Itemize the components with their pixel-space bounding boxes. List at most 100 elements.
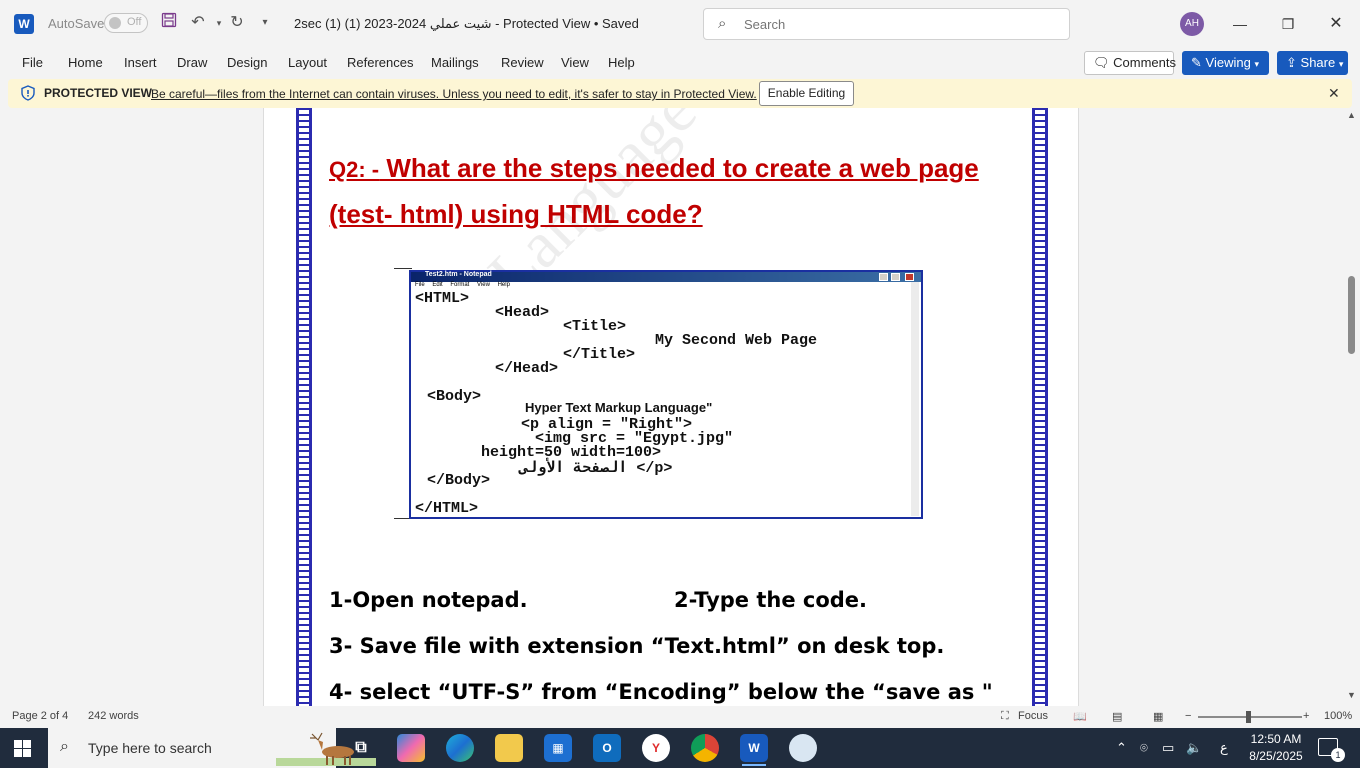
heading-line1: What are the steps needed to create a we… <box>379 153 979 183</box>
share-button[interactable]: ⇪ Share ▾ <box>1277 51 1348 75</box>
scroll-thumb[interactable] <box>1348 276 1355 354</box>
notification-count: 1 <box>1331 748 1345 762</box>
notification-icon[interactable]: 1 <box>1318 738 1345 762</box>
question-number: Q2: - <box>329 157 380 182</box>
viewing-button[interactable]: ✎ Viewing ▾ <box>1182 51 1269 75</box>
comments-label: Comments <box>1113 55 1176 70</box>
menu-file[interactable]: File <box>22 55 43 70</box>
step-1: 1-Open notepad. <box>329 588 528 612</box>
autosave-label: AutoSave <box>48 16 105 31</box>
share-label: Share <box>1300 55 1336 70</box>
notepad-titlebar: Test2.htm - Notepad <box>411 271 921 282</box>
print-layout-icon[interactable]: ▤ <box>1112 710 1122 723</box>
clock-date: 8/25/2025 <box>1249 749 1303 763</box>
copilot-icon[interactable] <box>397 734 425 762</box>
read-mode-icon[interactable]: 📖 <box>1073 710 1087 723</box>
code-line: My Second Web Page <box>655 332 818 349</box>
code-line: </Title> <box>563 346 636 363</box>
zoom-level[interactable]: 100% <box>1324 710 1352 722</box>
taskbar-search-placeholder: Type here to search <box>88 740 212 756</box>
code-line: الصفحة الأولى </p> <box>519 460 673 477</box>
store-icon[interactable]: ▦ <box>544 734 572 762</box>
outlook-icon[interactable]: O <box>593 734 621 762</box>
menu-help[interactable]: Help <box>608 55 635 70</box>
scroll-up-icon[interactable]: ▲ <box>1347 110 1356 120</box>
save-icon[interactable] <box>158 12 180 34</box>
chrome-icon[interactable] <box>691 734 719 762</box>
avatar[interactable]: AH <box>1180 12 1204 36</box>
input-language[interactable]: ع <box>1220 740 1228 756</box>
zoom-slider-thumb[interactable] <box>1246 711 1251 723</box>
comments-button[interactable]: 🗨 Comments <box>1084 51 1176 75</box>
network-icon[interactable]: ▭ <box>1162 740 1174 756</box>
restore-icon[interactable]: ❐ <box>1276 12 1300 36</box>
menu-insert[interactable]: Insert <box>124 55 157 70</box>
page-count[interactable]: Page 2 of 4 <box>12 710 68 722</box>
file-explorer-icon[interactable] <box>495 734 523 762</box>
taskbar: ⌕ Type here to search ⧉ ▦ O Y W ⌃ ⌾ ▭ 🔈 … <box>0 728 1360 768</box>
menu-draw[interactable]: Draw <box>177 55 207 70</box>
menu-home[interactable]: Home <box>68 55 103 70</box>
step-4: 4- select “UTF-S” from “Encoding” below … <box>329 680 993 704</box>
edge-icon[interactable] <box>446 734 474 762</box>
customize-icon[interactable]: ▾ <box>254 12 276 34</box>
notepad-close-icon <box>905 273 914 281</box>
protected-view-message[interactable]: Be careful—files from the Internet can c… <box>151 87 757 101</box>
close-icon[interactable]: ✕ <box>1328 85 1340 102</box>
clock[interactable]: 12:50 AM 8/25/2025 <box>1244 731 1308 765</box>
code-line: </Body> <box>427 472 491 489</box>
viewing-label: Viewing <box>1205 55 1251 70</box>
meet-now-icon[interactable]: ⌾ <box>1140 740 1148 756</box>
menu-mailings[interactable]: Mailings <box>431 55 479 70</box>
code-line: <HTML> <box>415 290 470 307</box>
paint-icon[interactable] <box>789 734 817 762</box>
notepad-minimize-icon <box>879 273 888 281</box>
focus-label[interactable]: Focus <box>1018 710 1048 722</box>
menu-references[interactable]: References <box>347 55 413 70</box>
focus-icon[interactable]: ⛶ <box>1001 710 1009 723</box>
task-view-icon[interactable]: ⧉ <box>347 734 375 762</box>
taskbar-search[interactable]: ⌕ Type here to search <box>48 728 376 768</box>
chevron-up-icon[interactable]: ⌃ <box>1116 740 1127 756</box>
code-line: </Head> <box>495 360 559 377</box>
notepad-menu: File Edit Format View Help <box>415 282 510 288</box>
ribbon-menu: File Home Insert Draw Design Layout Refe… <box>0 48 1360 78</box>
zoom-in-icon[interactable]: + <box>1303 710 1309 722</box>
close-icon[interactable]: ✕ <box>1324 12 1348 36</box>
search-box[interactable]: ⌕ <box>703 8 1070 40</box>
word-count[interactable]: 242 words <box>88 710 139 722</box>
search-input[interactable] <box>744 15 1044 33</box>
chevron-down-icon: ▾ <box>1338 59 1344 69</box>
redo-icon[interactable]: ↻ <box>226 12 248 34</box>
volume-icon[interactable]: 🔈 <box>1186 740 1202 756</box>
notepad-scrollbar <box>911 282 919 516</box>
question-heading: Q2: - What are the steps needed to creat… <box>329 146 1009 237</box>
web-layout-icon[interactable]: ▦ <box>1153 710 1163 723</box>
word-icon[interactable]: W <box>740 734 768 766</box>
menu-layout[interactable]: Layout <box>288 55 327 70</box>
code-line: <Body> <box>427 388 482 405</box>
autosave-toggle[interactable]: Off <box>104 13 148 33</box>
notepad-window-title: Test2.htm - Notepad <box>425 271 492 278</box>
document-title[interactable]: 2sec (1) (1) 2023-2024 شيت عملي - Protec… <box>294 16 639 32</box>
menu-review[interactable]: Review <box>501 55 544 70</box>
minimize-icon[interactable]: — <box>1228 12 1252 36</box>
scroll-down-icon[interactable]: ▼ <box>1347 690 1356 700</box>
vertical-scrollbar[interactable]: ▲ ▼ <box>1344 108 1360 706</box>
autosave-state: Off <box>127 16 142 28</box>
step-2: 2-Type the code. <box>674 588 868 612</box>
enable-editing-button[interactable]: Enable Editing <box>759 81 854 106</box>
shield-icon <box>20 85 36 101</box>
document-page: Language School for Boys Q2: - What are … <box>263 108 1079 706</box>
page-border-right <box>1032 108 1048 706</box>
clock-time: 12:50 AM <box>1250 732 1302 746</box>
menu-view[interactable]: View <box>561 55 589 70</box>
windows-start-icon[interactable] <box>14 740 31 757</box>
heading-line2: (test- html) using HTML code? <box>329 199 703 229</box>
menu-design[interactable]: Design <box>227 55 267 70</box>
undo-icon[interactable]: ↶ <box>187 12 209 34</box>
zoom-out-icon[interactable]: − <box>1185 710 1191 722</box>
word-logo-icon: W <box>14 14 34 34</box>
status-bar: Page 2 of 4 242 words ⛶ Focus 📖 ▤ ▦ − + … <box>0 706 1360 728</box>
yandex-icon[interactable]: Y <box>642 734 670 762</box>
